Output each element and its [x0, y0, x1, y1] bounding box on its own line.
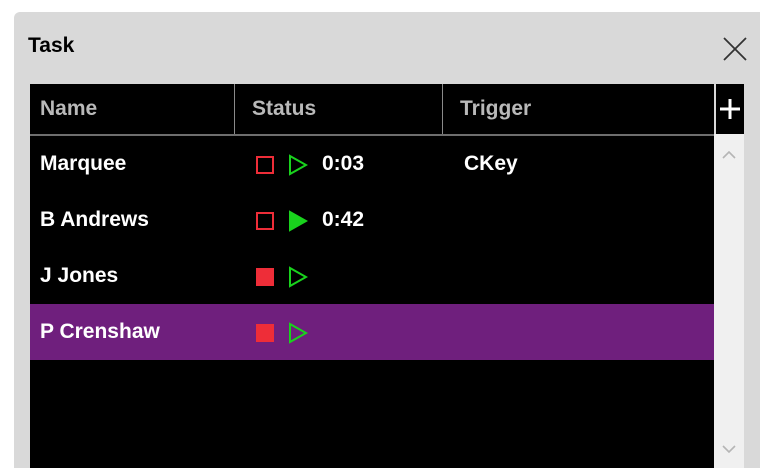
chevron-down-icon	[722, 445, 736, 454]
task-timer: 0:03	[322, 152, 365, 175]
task-name: B Andrews	[40, 208, 149, 231]
column-header-status[interactable]: Status	[252, 84, 316, 134]
task-timer: 0:42	[322, 208, 365, 231]
column-divider[interactable]	[234, 84, 235, 134]
add-task-button[interactable]	[714, 84, 744, 134]
table-row[interactable]: B Andrews 0:42	[30, 192, 714, 248]
side-bar	[714, 84, 744, 468]
stop-square-icon[interactable]	[256, 268, 274, 286]
scroll-up-button[interactable]	[718, 146, 740, 164]
scroll-down-button[interactable]	[718, 440, 740, 458]
play-triangle-icon[interactable]	[288, 154, 309, 176]
table-row[interactable]: J Jones	[30, 248, 714, 304]
title-bar: Task	[14, 12, 760, 84]
table-row[interactable]: P Crenshaw	[30, 304, 714, 360]
task-trigger: CKey	[464, 152, 518, 175]
panel-title: Task	[28, 34, 75, 57]
stop-square-icon[interactable]	[256, 156, 274, 174]
table-header: Name Status Trigger	[30, 84, 714, 134]
task-panel: Task Name Status Trigger Marquee 0:03 CKey…	[14, 12, 760, 468]
close-icon[interactable]	[720, 34, 750, 64]
table-row[interactable]: Marquee 0:03 CKey	[30, 136, 714, 192]
plus-icon	[720, 99, 740, 119]
chevron-up-icon	[722, 150, 736, 159]
column-divider[interactable]	[442, 84, 443, 134]
task-name: J Jones	[40, 264, 119, 287]
task-table: Name Status Trigger Marquee 0:03 CKey B And…	[30, 84, 714, 468]
column-header-trigger[interactable]: Trigger	[460, 84, 531, 134]
stop-square-icon[interactable]	[256, 212, 274, 230]
play-triangle-icon[interactable]	[288, 266, 309, 288]
play-triangle-icon[interactable]	[288, 210, 309, 232]
column-header-name[interactable]: Name	[40, 84, 97, 134]
stop-square-icon[interactable]	[256, 324, 274, 342]
task-name: P Crenshaw	[40, 320, 160, 343]
play-triangle-icon[interactable]	[288, 322, 309, 344]
task-name: Marquee	[40, 152, 127, 175]
